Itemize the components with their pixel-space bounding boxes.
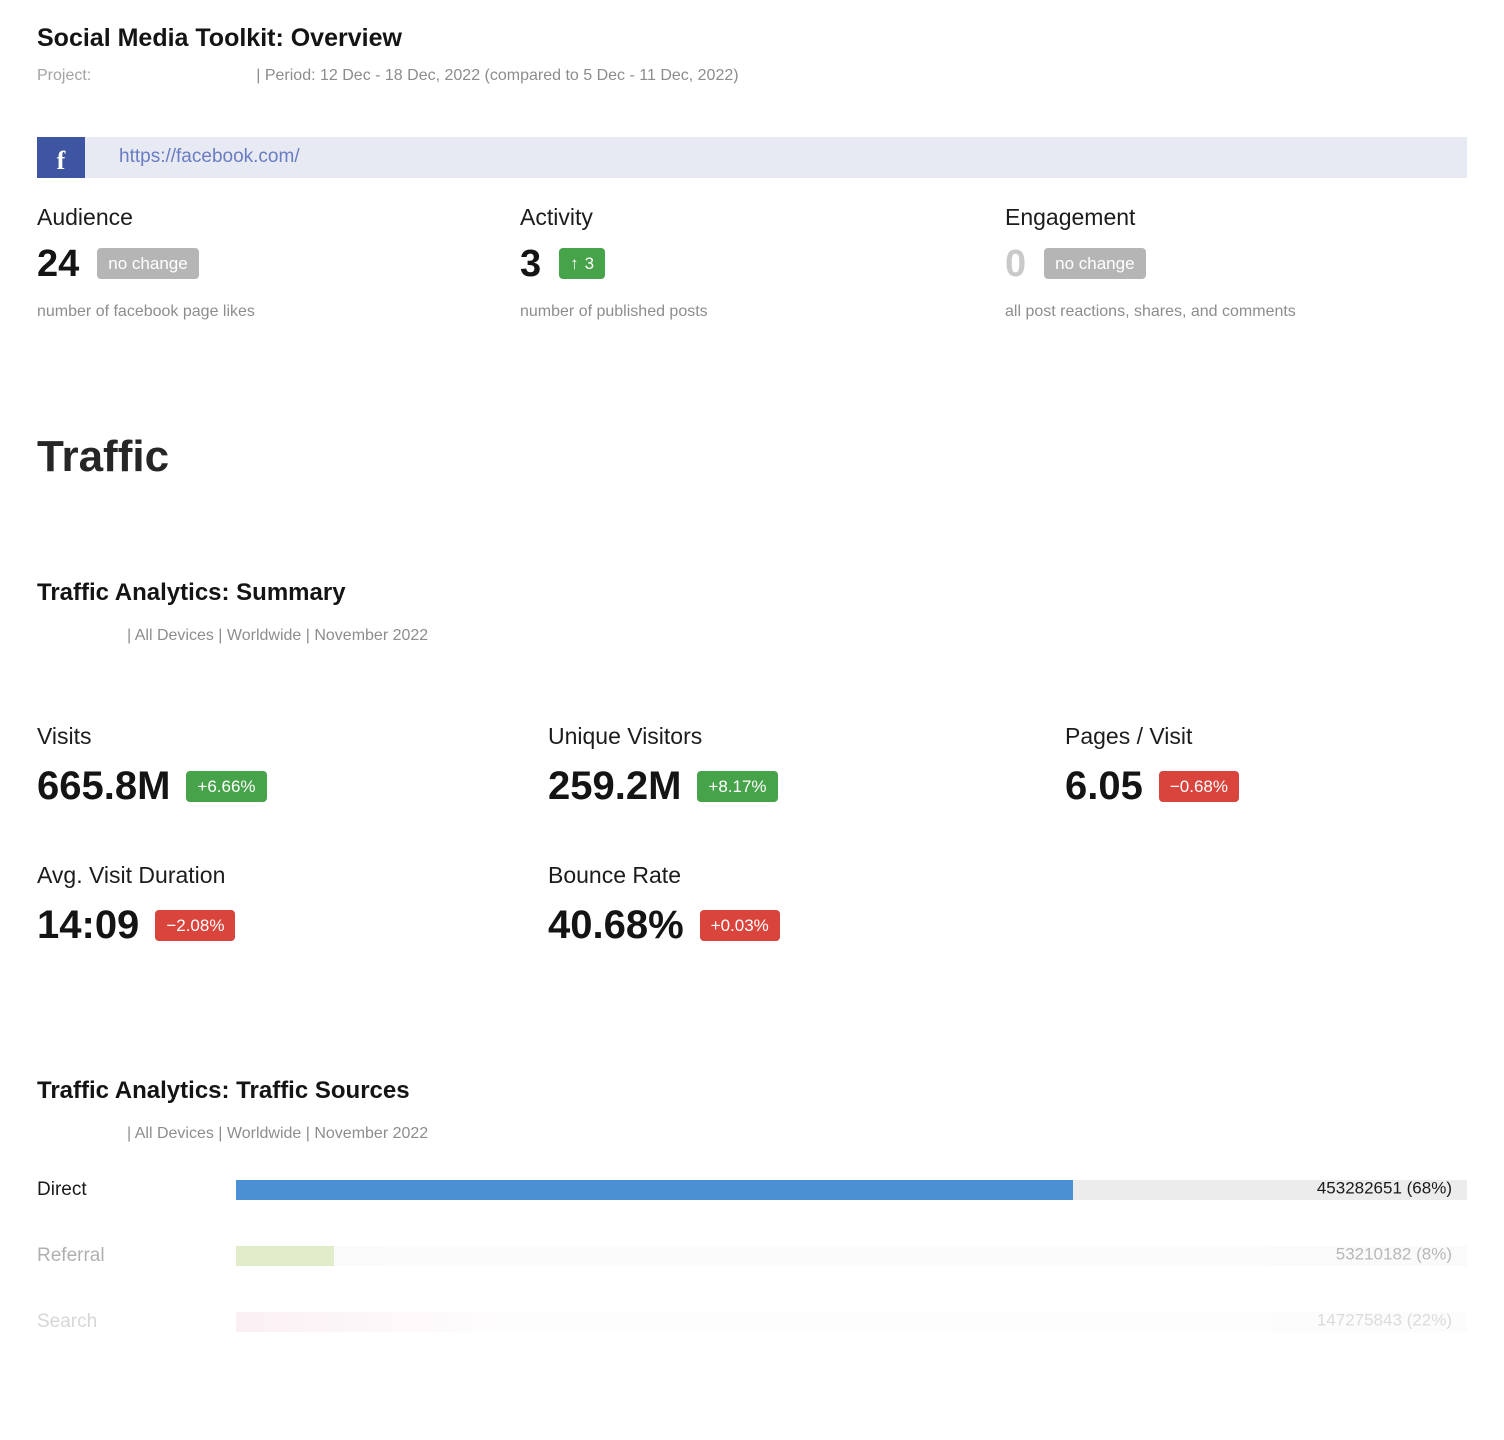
activity-metric: Activity 3 ↑ 3 number of published posts <box>520 204 1005 321</box>
traffic-source-value-referral: 53210182 (8%) <box>1336 1245 1452 1265</box>
visits-label: Visits <box>37 723 548 750</box>
page-title: Social Media Toolkit: Overview <box>37 24 1467 53</box>
facebook-icon: f <box>37 137 85 178</box>
audience-label: Audience <box>37 204 520 231</box>
bounce-rate-change-badge: +0.03% <box>700 910 780 941</box>
audience-metric: Audience 24 no change number of facebook… <box>37 204 520 321</box>
traffic-source-label-referral: Referral <box>37 1245 236 1267</box>
arrow-up-icon: ↑ <box>570 255 579 272</box>
engagement-metric: Engagement 0 no change all post reaction… <box>1005 204 1467 321</box>
traffic-source-row-search: Search 147275843 (22%) <box>37 1311 1467 1333</box>
engagement-value: 0 <box>1005 245 1026 283</box>
activity-change-badge: ↑ 3 <box>559 248 605 279</box>
traffic-summary-title: Traffic Analytics: Summary <box>37 579 1467 607</box>
social-metrics-row: Audience 24 no change number of facebook… <box>37 204 1467 321</box>
traffic-sources-chart: Direct 453282651 (68%) Referral 53210182… <box>37 1179 1467 1333</box>
audience-caption: number of facebook page likes <box>37 303 520 321</box>
facebook-url-link[interactable]: https://facebook.com/ <box>119 146 300 168</box>
traffic-source-bar-track: 53210182 (8%) <box>236 1246 1467 1266</box>
bounce-rate-metric: Bounce Rate 40.68% +0.03% <box>548 862 1065 949</box>
traffic-source-bar-track: 147275843 (22%) <box>236 1312 1467 1332</box>
traffic-section-title: Traffic <box>37 433 1467 481</box>
avg-visit-duration-value: 14:09 <box>37 901 139 949</box>
bounce-rate-label: Bounce Rate <box>548 862 1065 889</box>
traffic-source-value-direct: 453282651 (68%) <box>1317 1179 1452 1199</box>
unique-visitors-value: 259.2M <box>548 762 681 810</box>
visits-value: 665.8M <box>37 762 170 810</box>
report-subline: Project: | Period: 12 Dec - 18 Dec, 2022… <box>37 67 1467 85</box>
traffic-source-bar-referral <box>236 1246 334 1266</box>
audience-change-badge: no change <box>97 248 198 279</box>
traffic-sources-title: Traffic Analytics: Traffic Sources <box>37 1077 1467 1105</box>
traffic-source-label-search: Search <box>37 1311 236 1333</box>
unique-visitors-metric: Unique Visitors 259.2M +8.17% <box>548 723 1065 810</box>
engagement-caption: all post reactions, shares, and comments <box>1005 303 1467 321</box>
empty-cell <box>1065 862 1467 949</box>
traffic-source-label-direct: Direct <box>37 1179 236 1201</box>
traffic-source-bar-direct <box>236 1180 1073 1200</box>
pages-per-visit-label: Pages / Visit <box>1065 723 1467 750</box>
pages-per-visit-value: 6.05 <box>1065 762 1143 810</box>
bounce-rate-value: 40.68% <box>548 901 684 949</box>
traffic-summary-meta: | All Devices | Worldwide | November 202… <box>127 627 1467 645</box>
activity-value: 3 <box>520 245 541 283</box>
traffic-source-row-direct: Direct 453282651 (68%) <box>37 1179 1467 1201</box>
project-label: Project: <box>37 67 91 85</box>
audience-value: 24 <box>37 245 79 283</box>
avg-visit-duration-change-badge: −2.08% <box>155 910 235 941</box>
traffic-source-bar-track: 453282651 (68%) <box>236 1180 1467 1200</box>
report-page: Social Media Toolkit: Overview Project: … <box>0 24 1504 1333</box>
activity-caption: number of published posts <box>520 303 1005 321</box>
traffic-source-bar-search <box>236 1312 507 1332</box>
engagement-change-badge: no change <box>1044 248 1145 279</box>
visits-metric: Visits 665.8M +6.66% <box>37 723 548 810</box>
visits-change-badge: +6.66% <box>186 771 266 802</box>
avg-visit-duration-label: Avg. Visit Duration <box>37 862 548 889</box>
activity-label: Activity <box>520 204 1005 231</box>
traffic-source-value-search: 147275843 (22%) <box>1317 1311 1452 1331</box>
unique-visitors-change-badge: +8.17% <box>697 771 777 802</box>
facebook-url-bar[interactable]: f https://facebook.com/ <box>37 137 1467 178</box>
traffic-sources-meta: | All Devices | Worldwide | November 202… <box>127 1125 1467 1143</box>
engagement-label: Engagement <box>1005 204 1467 231</box>
traffic-source-row-referral: Referral 53210182 (8%) <box>37 1245 1467 1267</box>
avg-visit-duration-metric: Avg. Visit Duration 14:09 −2.08% <box>37 862 548 949</box>
traffic-summary-grid: Visits 665.8M +6.66% Unique Visitors 259… <box>37 723 1467 949</box>
facebook-url-wrap: https://facebook.com/ <box>85 137 1467 178</box>
period-text: | Period: 12 Dec - 18 Dec, 2022 (compare… <box>256 67 738 85</box>
pages-per-visit-change-badge: −0.68% <box>1159 771 1239 802</box>
unique-visitors-label: Unique Visitors <box>548 723 1065 750</box>
pages-per-visit-metric: Pages / Visit 6.05 −0.68% <box>1065 723 1467 810</box>
